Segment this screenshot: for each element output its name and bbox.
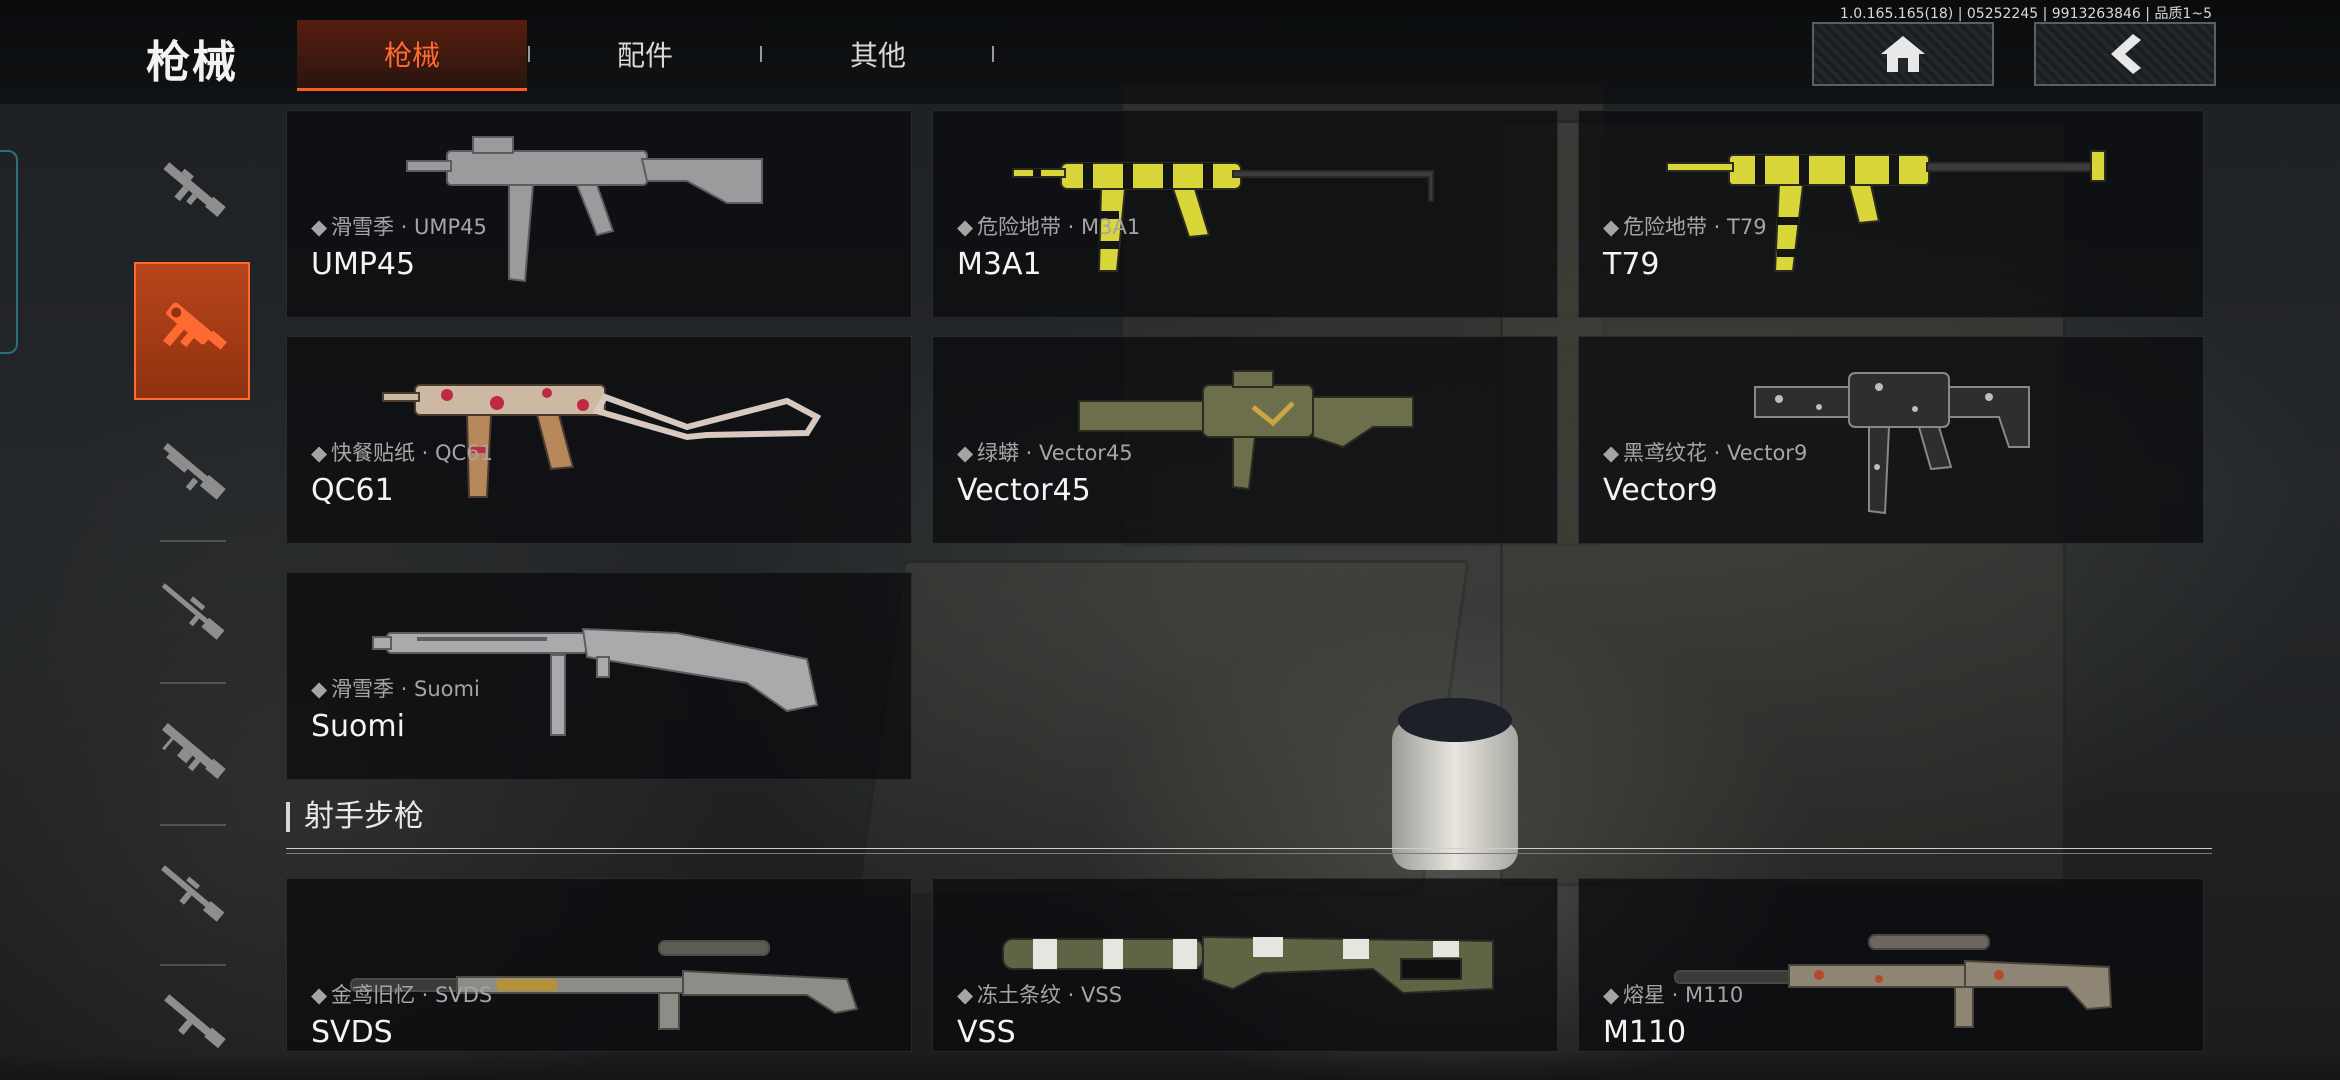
marksman-rifle-icon <box>161 865 225 922</box>
weapon-card-vector9[interactable]: ◆ 黑鸢纹花 · Vector9 Vector9 <box>1578 336 2204 544</box>
skin-name: 绿蟒 · Vector45 <box>977 441 1133 465</box>
skin-name: 黑鸢纹花 · Vector9 <box>1623 441 1808 465</box>
weapon-card-m3a1[interactable]: ◆ 危险地带 · M3A1 M3A1 <box>932 110 1558 318</box>
skin-label: ◆ 金鸢旧忆 · SVDS <box>311 979 492 1009</box>
weapon-card-vector45[interactable]: ◆ 绿蟒 · Vector45 Vector45 <box>932 336 1558 544</box>
assault-rifle-icon <box>163 162 226 217</box>
tag-icon: ◆ <box>957 215 974 239</box>
tag-icon: ◆ <box>957 983 974 1007</box>
skin-label: ◆ 危险地带 · T79 <box>1603 211 1767 241</box>
tag-icon: ◆ <box>311 441 328 465</box>
weapon-name: M110 <box>1603 1015 1687 1050</box>
weapon-card-m110[interactable]: ◆ 熔星 · M110 M110 <box>1578 878 2204 1052</box>
weapon-card-suomi[interactable]: ◆ 滑雪季 · Suomi Suomi <box>286 572 912 780</box>
version-info: 1.0.165.165(18) | 05252245 | 9913263846 … <box>1839 6 2212 22</box>
skin-name: 危险地带 · M3A1 <box>977 215 1141 239</box>
vss-image <box>1002 935 1494 995</box>
weapon-name: VSS <box>957 1015 1016 1050</box>
page-title: 枪械 <box>146 37 238 88</box>
weapon-name: Vector9 <box>1603 473 1718 508</box>
light-machine-gun-icon <box>161 722 226 779</box>
skin-name: 金鸢旧忆 · SVDS <box>331 983 493 1007</box>
skin-name: 熔星 · M110 <box>1623 983 1744 1007</box>
home-button[interactable] <box>1812 22 1994 86</box>
shotgun-icon <box>163 442 226 500</box>
tag-icon: ◆ <box>311 983 328 1007</box>
lantern-cap <box>1398 698 1512 742</box>
weapon-name: T79 <box>1603 247 1660 282</box>
tag-icon: ◆ <box>1603 441 1620 465</box>
tab-divider <box>760 46 762 62</box>
category-sniper-rifle[interactable] <box>134 552 252 672</box>
category-assault-rifle[interactable] <box>134 130 252 250</box>
tag-icon: ◆ <box>311 677 328 701</box>
category-marksman-rifle[interactable] <box>134 834 252 954</box>
weapon-card-t79[interactable]: ◆ 危险地带 · T79 T79 <box>1578 110 2204 318</box>
submachine-gun-icon <box>163 302 228 350</box>
tab-label: 配件 <box>616 39 673 72</box>
skin-label: ◆ 绿蟒 · Vector45 <box>957 437 1133 467</box>
tab-firearms[interactable]: 枪械 <box>297 20 527 91</box>
weapon-name: SVDS <box>311 1015 393 1050</box>
section-title-marksman-rifles: 射手步枪 <box>286 802 424 832</box>
section-divider <box>286 848 2212 854</box>
home-icon <box>1881 36 1925 72</box>
tab-label: 其他 <box>849 39 906 72</box>
tag-icon: ◆ <box>957 441 974 465</box>
skin-name: 危险地带 · T79 <box>1623 215 1767 239</box>
weapon-card-ump45[interactable]: ◆ 滑雪季 · UMP45 UMP45 <box>286 110 912 318</box>
skin-name: 冻土条纹 · VSS <box>977 983 1123 1007</box>
skin-label: ◆ 滑雪季 · UMP45 <box>311 211 487 241</box>
sniper-rifle-icon <box>161 583 225 640</box>
skin-label: ◆ 黑鸢纹花 · Vector9 <box>1603 437 1807 467</box>
skin-label: ◆ 冻土条纹 · VSS <box>957 979 1122 1009</box>
back-button[interactable] <box>2034 22 2216 86</box>
category-shotgun[interactable] <box>134 412 252 532</box>
skin-label: ◆ 危险地带 · M3A1 <box>957 211 1140 241</box>
bottom-fade <box>0 1052 2340 1080</box>
skin-name: 滑雪季 · Suomi <box>331 677 480 701</box>
category-divider <box>160 824 226 826</box>
category-submachine-gun[interactable] <box>134 262 250 400</box>
weapon-name: UMP45 <box>311 247 416 282</box>
tab-divider <box>992 46 994 62</box>
category-divider <box>160 964 226 966</box>
category-light-machine-gun[interactable] <box>134 692 252 812</box>
weapon-card-qc61[interactable]: ◆ 快餐贴纸 · QC61 QC61 <box>286 336 912 544</box>
weapon-name: QC61 <box>311 473 394 508</box>
category-divider <box>160 682 226 684</box>
weapon-name: Suomi <box>311 709 405 744</box>
pistol-icon <box>164 994 226 1049</box>
skin-label: ◆ 熔星 · M110 <box>1603 979 1743 1009</box>
category-divider <box>160 540 226 542</box>
tab-attachments[interactable]: 配件 <box>530 20 760 88</box>
tab-other[interactable]: 其他 <box>763 20 993 88</box>
tag-icon: ◆ <box>1603 983 1620 1007</box>
side-panel-edge <box>0 150 18 354</box>
skin-name: 滑雪季 · UMP45 <box>331 215 487 239</box>
weapon-name: Vector45 <box>957 473 1091 508</box>
weapon-name: M3A1 <box>957 247 1042 282</box>
tab-label: 枪械 <box>383 39 440 72</box>
skin-label: ◆ 滑雪季 · Suomi <box>311 673 480 703</box>
chevron-left-icon <box>2111 34 2141 74</box>
weapon-card-vss[interactable]: ◆ 冻土条纹 · VSS VSS <box>932 878 1558 1052</box>
skin-name: 快餐贴纸 · QC61 <box>331 441 493 465</box>
tag-icon: ◆ <box>311 215 328 239</box>
tag-icon: ◆ <box>1603 215 1620 239</box>
skin-label: ◆ 快餐贴纸 · QC61 <box>311 437 493 467</box>
weapon-card-svds[interactable]: ◆ 金鸢旧忆 · SVDS SVDS <box>286 878 912 1052</box>
background-case <box>856 560 1470 896</box>
